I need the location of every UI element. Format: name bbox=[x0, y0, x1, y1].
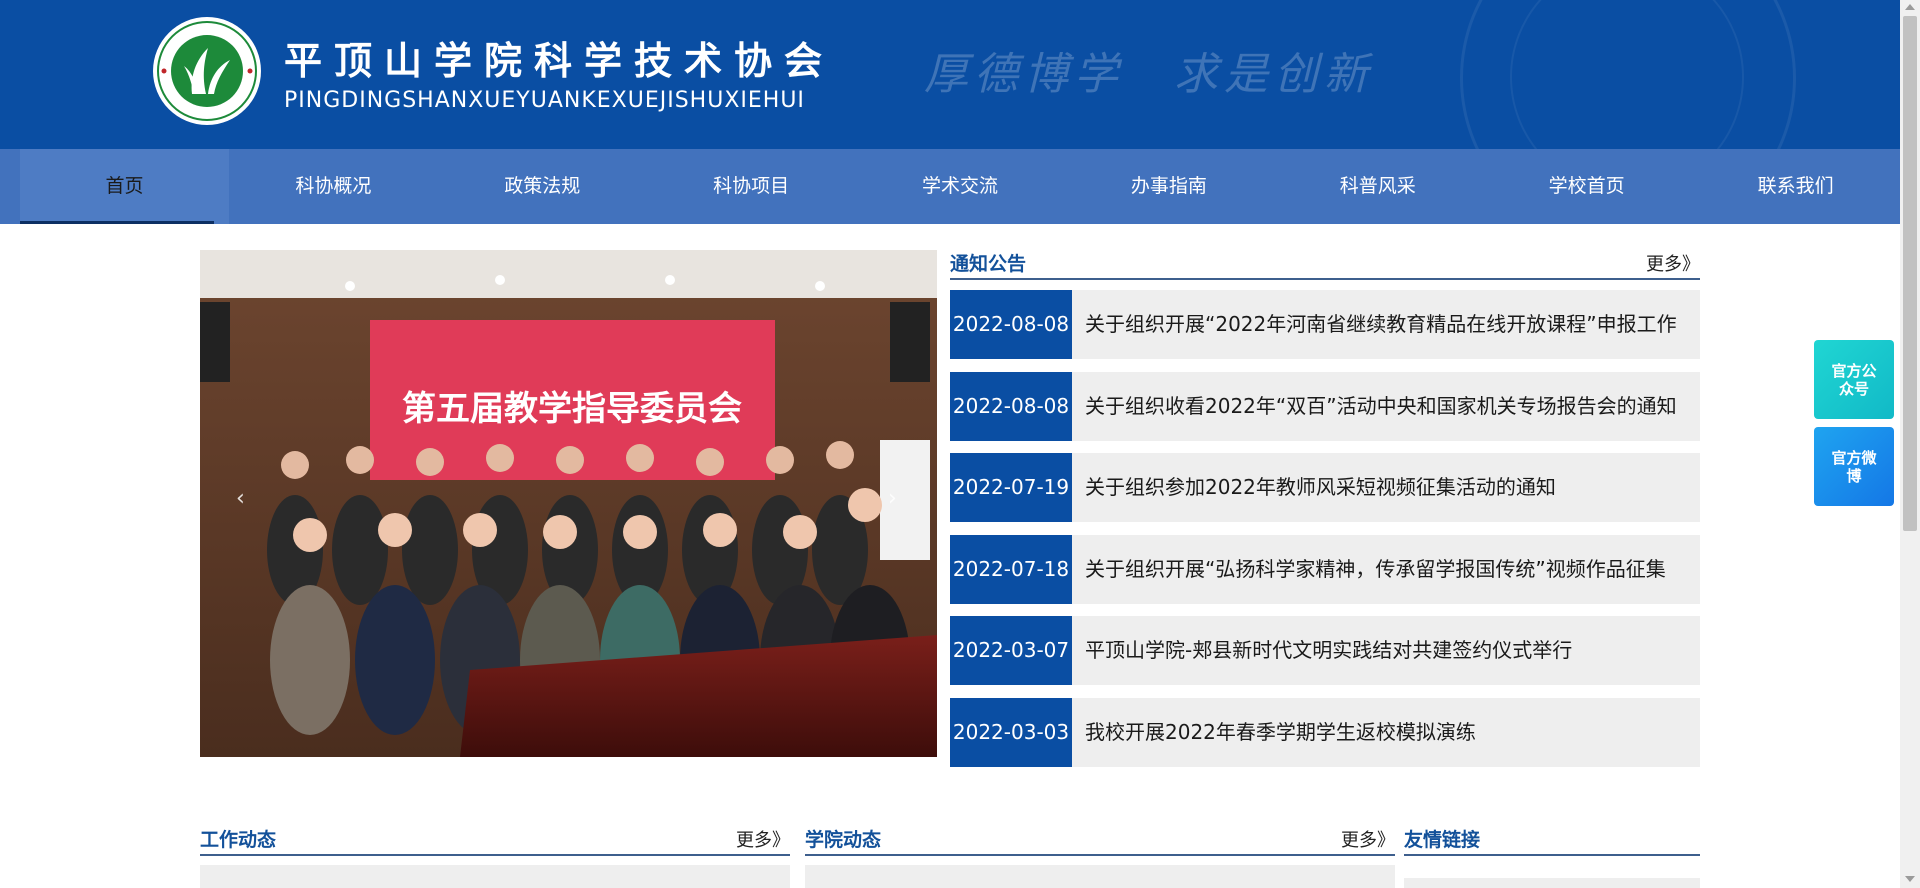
friend-links-list bbox=[1404, 878, 1700, 888]
notice-title[interactable]: 平顶山学院-郏县新时代文明实践结对共建签约仪式举行 bbox=[1085, 616, 1697, 685]
friend-links-title: 友情链接 bbox=[1404, 829, 1481, 851]
notice-date: 2022-08-08 bbox=[950, 290, 1072, 359]
notice-item[interactable]: 2022-08-08 关于组织开展“2022年河南省继续教育精品在线开放课程”申… bbox=[950, 290, 1700, 359]
scrollbar-thumb[interactable] bbox=[1903, 16, 1917, 531]
notice-item[interactable]: 2022-07-19 关于组织参加2022年教师风采短视频征集活动的通知 bbox=[950, 453, 1700, 522]
slide-photo: 第五届教学指导委员会 bbox=[200, 250, 937, 757]
work-news-list bbox=[200, 865, 790, 888]
work-news-header: 工作动态 更多》 bbox=[200, 826, 790, 856]
notice-item[interactable]: 2022-08-08 关于组织收看2022年“双百”活动中央和国家机关专场报告会… bbox=[950, 371, 1700, 441]
slide-banner-text: 第五届教学指导委员会 bbox=[402, 389, 742, 429]
nav-item-projects[interactable]: 科协项目 bbox=[647, 149, 856, 224]
slider-next-arrow[interactable]: › bbox=[888, 486, 897, 511]
college-news-list bbox=[805, 865, 1395, 888]
notice-date: 2022-03-07 bbox=[950, 616, 1072, 685]
nav-item-home[interactable]: 首页 bbox=[20, 149, 229, 224]
friend-links-header: 友情链接 bbox=[1404, 826, 1700, 856]
notice-title[interactable]: 关于组织收看2022年“双百”活动中央和国家机关专场报告会的通知 bbox=[1085, 372, 1697, 441]
notice-title[interactable]: 关于组织参加2022年教师风采短视频征集活动的通知 bbox=[1085, 453, 1697, 522]
nav-item-policy[interactable]: 政策法规 bbox=[438, 149, 647, 224]
notice-title[interactable]: 我校开展2022年春季学期学生返校模拟演练 bbox=[1085, 698, 1697, 767]
work-news-more-link[interactable]: 更多》 bbox=[736, 826, 790, 852]
weibo-official-button[interactable]: 官方微博 bbox=[1814, 427, 1894, 506]
main-nav: 首页 科协概况 政策法规 科协项目 学术交流 办事指南 科普风采 学校首页 联系… bbox=[0, 149, 1900, 224]
header-decoration-inner bbox=[1510, 0, 1744, 149]
slider-prev-arrow[interactable]: ‹ bbox=[236, 486, 245, 511]
notice-item[interactable]: 2022-03-07 平顶山学院-郏县新时代文明实践结对共建签约仪式举行 bbox=[950, 616, 1700, 685]
weibo-label: 官方微博 bbox=[1831, 448, 1877, 485]
notice-date: 2022-07-19 bbox=[950, 453, 1072, 522]
notice-list: 2022-08-08 关于组织开展“2022年河南省继续教育精品在线开放课程”申… bbox=[950, 290, 1700, 779]
nav-item-contact[interactable]: 联系我们 bbox=[1691, 149, 1900, 224]
college-news-more-link[interactable]: 更多》 bbox=[1341, 826, 1395, 852]
site-header: 平顶山学院科学技术协会 PINGDINGSHANXUEYUANKEXUEJISH… bbox=[0, 0, 1900, 149]
college-news-title: 学院动态 bbox=[805, 829, 882, 851]
notices-title: 通知公告 bbox=[950, 253, 1027, 275]
notice-title[interactable]: 关于组织开展“2022年河南省继续教育精品在线开放课程”申报工作 bbox=[1085, 290, 1697, 359]
nav-item-academic[interactable]: 学术交流 bbox=[856, 149, 1065, 224]
notice-item[interactable]: 2022-07-18 关于组织开展“弘扬科学家精神，传承留学报国传统”视频作品征… bbox=[950, 534, 1700, 604]
university-logo[interactable] bbox=[152, 16, 262, 126]
nav-item-overview[interactable]: 科协概况 bbox=[229, 149, 438, 224]
notice-title[interactable]: 关于组织开展“弘扬科学家精神，传承留学报国传统”视频作品征集 bbox=[1085, 535, 1697, 604]
notice-date: 2022-07-18 bbox=[950, 534, 1072, 604]
notice-date: 2022-03-03 bbox=[950, 697, 1072, 767]
notice-item[interactable]: 2022-03-03 我校开展2022年春季学期学生返校模拟演练 bbox=[950, 697, 1700, 767]
notice-date: 2022-08-08 bbox=[950, 371, 1072, 441]
site-title: 平顶山学院科学技术协会 bbox=[284, 38, 835, 83]
scroll-up-arrow-icon[interactable] bbox=[1905, 4, 1915, 10]
notices-more-link[interactable]: 更多》 bbox=[1646, 250, 1700, 276]
scroll-down-arrow-icon[interactable] bbox=[1905, 876, 1915, 882]
image-slider[interactable]: 第五届教学指导委员会 ‹ › bbox=[200, 250, 937, 757]
nav-item-guide[interactable]: 办事指南 bbox=[1064, 149, 1273, 224]
wechat-label: 官方公众号 bbox=[1831, 361, 1877, 398]
school-motto: 厚德博学 求是创新 bbox=[924, 49, 1374, 100]
page-scrollbar[interactable] bbox=[1900, 0, 1920, 888]
nav-item-popular-science[interactable]: 科普风采 bbox=[1273, 149, 1482, 224]
nav-item-school-home[interactable]: 学校首页 bbox=[1482, 149, 1691, 224]
site-title-english: PINGDINGSHANXUEYUANKEXUEJISHUXIEHUI bbox=[284, 88, 805, 113]
wechat-official-account-button[interactable]: 官方公众号 bbox=[1814, 340, 1894, 419]
work-news-title: 工作动态 bbox=[200, 829, 277, 851]
notices-header: 通知公告 更多》 bbox=[950, 250, 1700, 280]
college-news-header: 学院动态 更多》 bbox=[805, 826, 1395, 856]
